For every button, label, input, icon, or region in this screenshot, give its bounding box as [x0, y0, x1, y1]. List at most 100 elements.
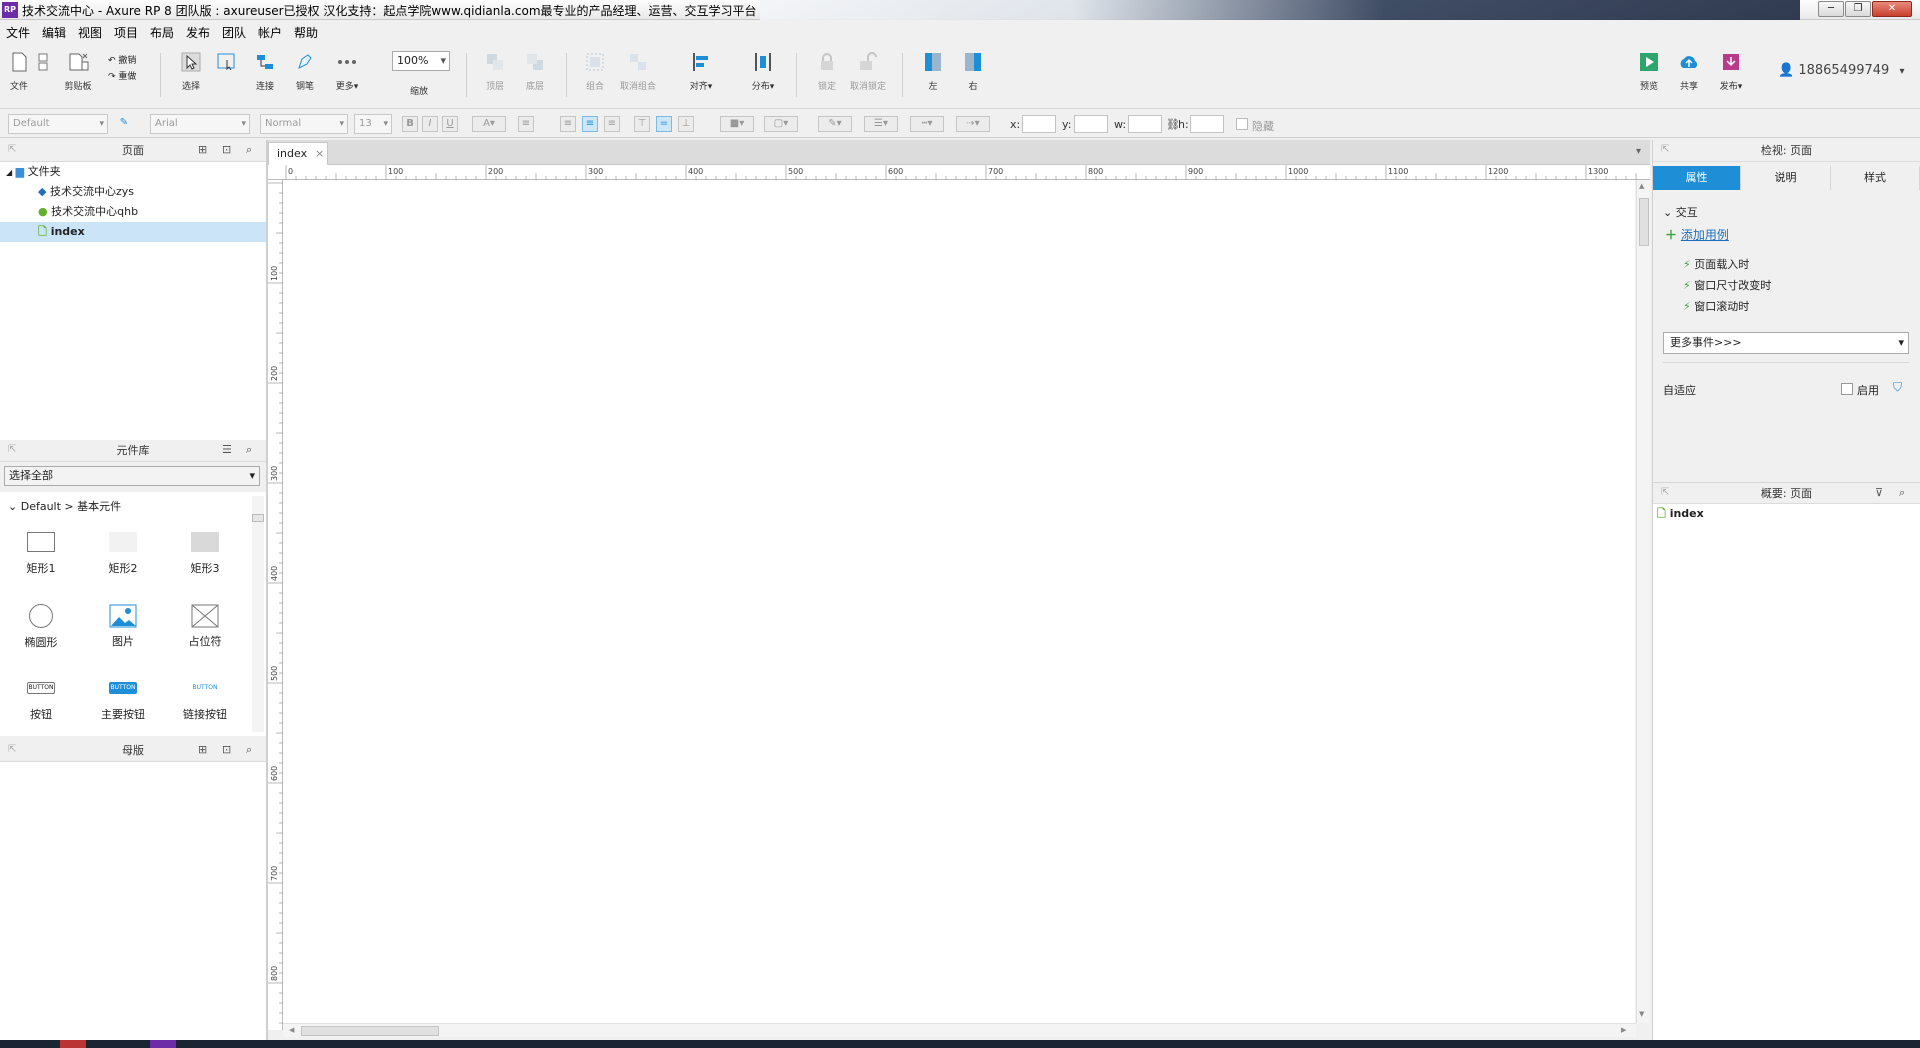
widget-placeholder[interactable]: 占位符: [178, 604, 232, 649]
widget-link-button[interactable]: BUTTON 链接按钮: [178, 682, 232, 722]
tab-style[interactable]: 样式: [1831, 166, 1920, 190]
menu-publish[interactable]: 发布: [186, 24, 210, 41]
add-master-icon[interactable]: ⊞: [198, 743, 207, 756]
scroll-up-icon[interactable]: ▲: [1639, 182, 1644, 190]
tree-folder[interactable]: ◢ ▆ 文件夹: [0, 162, 266, 182]
hidden-checkbox[interactable]: [1236, 118, 1248, 130]
align-left-text-icon[interactable]: ≡: [560, 116, 576, 132]
tree-page-item[interactable]: ● 技术交流中心qhb: [0, 202, 266, 222]
align-top-icon[interactable]: ⊤: [634, 116, 650, 132]
lock-button[interactable]: 锁定: [812, 51, 842, 92]
menu-account[interactable]: 帐户: [258, 24, 282, 41]
restore-button[interactable]: ❐: [1845, 1, 1871, 17]
interaction-section[interactable]: ⌄ 交互: [1663, 204, 1698, 220]
menu-team[interactable]: 团队: [222, 24, 246, 41]
align-button[interactable]: 对齐▾: [686, 51, 716, 92]
expand-icon[interactable]: ◢: [6, 168, 12, 177]
collapse-icon[interactable]: ⇱: [1661, 487, 1669, 498]
menu-layout[interactable]: 布局: [150, 24, 174, 41]
taskbar-browser-icon[interactable]: [60, 1040, 86, 1048]
line-style-icon[interactable]: ┅▾: [910, 116, 944, 132]
file-tool[interactable]: 文件: [6, 51, 32, 92]
tab-notes[interactable]: 说明: [1741, 166, 1831, 190]
menu-view[interactable]: 视图: [78, 24, 102, 41]
underline-icon[interactable]: U: [442, 116, 458, 132]
widget-button[interactable]: BUTTON 按钮: [14, 682, 68, 722]
undo-button[interactable]: ↶ 撤销: [108, 53, 136, 66]
collapse-icon[interactable]: ⇱: [8, 744, 16, 755]
bring-to-top-button[interactable]: 顶层: [480, 51, 510, 92]
collapse-icon[interactable]: ⇱: [8, 444, 16, 455]
vertical-scroll-thumb[interactable]: [1639, 198, 1649, 246]
unlock-button[interactable]: 取消锁定: [848, 51, 888, 92]
font-color-icon[interactable]: A▾: [472, 116, 506, 132]
add-case-link[interactable]: ＋ 添加用例: [1665, 226, 1729, 243]
search-icon[interactable]: ⌕: [1899, 486, 1905, 500]
design-canvas[interactable]: [283, 180, 1635, 1023]
share-button[interactable]: 共享: [1674, 51, 1704, 92]
x-input[interactable]: [1022, 115, 1056, 133]
widget-image[interactable]: 图片: [96, 604, 150, 649]
right-button[interactable]: 右: [958, 51, 988, 92]
minimize-button[interactable]: ─: [1818, 1, 1844, 17]
align-bottom-icon[interactable]: ⊥: [678, 116, 694, 132]
scroll-right-icon[interactable]: ▶: [1621, 1026, 1626, 1034]
redo-button[interactable]: ↷ 重做: [108, 69, 136, 82]
align-center-text-icon[interactable]: ≡: [582, 116, 598, 132]
zoom-select[interactable]: 100% ▾: [392, 51, 450, 71]
bold-icon[interactable]: B: [402, 116, 418, 132]
close-icon[interactable]: ×: [315, 143, 324, 164]
outline-item[interactable]: 🗋 index: [1653, 504, 1920, 524]
font-select[interactable]: Arial: [150, 114, 250, 134]
widget-rect3[interactable]: 矩形3: [178, 532, 232, 576]
horizontal-scrollbar[interactable]: ◀ ▶: [283, 1023, 1636, 1037]
bullet-list-icon[interactable]: ≡: [518, 116, 534, 132]
ungroup-button[interactable]: 取消组合: [618, 51, 658, 92]
scroll-left-icon[interactable]: ◀: [289, 1026, 294, 1034]
open-save-tool[interactable]: [34, 51, 58, 76]
filter-icon[interactable]: ⊽: [1875, 486, 1883, 499]
align-middle-icon[interactable]: =: [656, 116, 672, 132]
line-width-icon[interactable]: ☰▾: [864, 116, 898, 132]
select-tool[interactable]: 选择: [176, 51, 206, 92]
more-tool[interactable]: 更多▾: [330, 51, 364, 92]
group-button[interactable]: 组合: [580, 51, 610, 92]
add-folder-icon[interactable]: ⊡: [222, 143, 231, 156]
collapse-icon[interactable]: ⇱: [8, 144, 16, 155]
widget-rect1[interactable]: 矩形1: [14, 532, 68, 576]
widget-primary-button[interactable]: BUTTON 主要按钮: [96, 682, 150, 722]
connect-tool[interactable]: 连接: [250, 51, 280, 92]
format-painter-icon[interactable]: ✎: [116, 116, 132, 132]
widget-rect2[interactable]: 矩形2: [96, 532, 150, 576]
style-select[interactable]: Default: [8, 114, 108, 134]
distribute-button[interactable]: 分布▾: [748, 51, 778, 92]
search-icon[interactable]: ⌕: [246, 143, 252, 157]
y-input[interactable]: [1074, 115, 1108, 133]
adaptive-views-icon[interactable]: ⛉: [1893, 380, 1902, 395]
send-to-bottom-button[interactable]: 底层: [520, 51, 550, 92]
pen-tool[interactable]: 钢笔: [290, 51, 320, 92]
horizontal-scroll-thumb[interactable]: [301, 1026, 439, 1036]
italic-icon[interactable]: I: [422, 116, 438, 132]
event-window-resize[interactable]: ⚡ 窗口尺寸改变时: [1683, 277, 1771, 293]
font-size-select[interactable]: 13: [354, 114, 392, 134]
clipboard-tool[interactable]: 剪贴板: [58, 51, 98, 92]
enable-checkbox[interactable]: [1841, 383, 1853, 395]
search-icon[interactable]: ⌕: [246, 443, 252, 457]
w-input[interactable]: [1128, 115, 1162, 133]
menu-file[interactable]: 文件: [6, 24, 30, 41]
line-color-icon[interactable]: ✎▾: [818, 116, 852, 132]
tree-page-item[interactable]: ◆ 技术交流中心zys: [0, 182, 266, 202]
fill-color-icon[interactable]: ■▾: [720, 116, 754, 132]
menu-project[interactable]: 项目: [114, 24, 138, 41]
collapse-icon[interactable]: ⇱: [1661, 144, 1669, 155]
menu-edit[interactable]: 编辑: [42, 24, 66, 41]
arrow-style-icon[interactable]: ⇢▾: [956, 116, 990, 132]
left-button[interactable]: 左: [918, 51, 948, 92]
select-mode-tool[interactable]: [214, 51, 238, 76]
widget-ellipse[interactable]: 椭圆形: [14, 604, 68, 650]
align-right-text-icon[interactable]: ≡: [604, 116, 620, 132]
taskbar-axure-icon[interactable]: [150, 1040, 176, 1048]
user-account[interactable]: 👤 18865499749 ▾: [1778, 63, 1904, 78]
font-weight-select[interactable]: Normal: [260, 114, 348, 134]
